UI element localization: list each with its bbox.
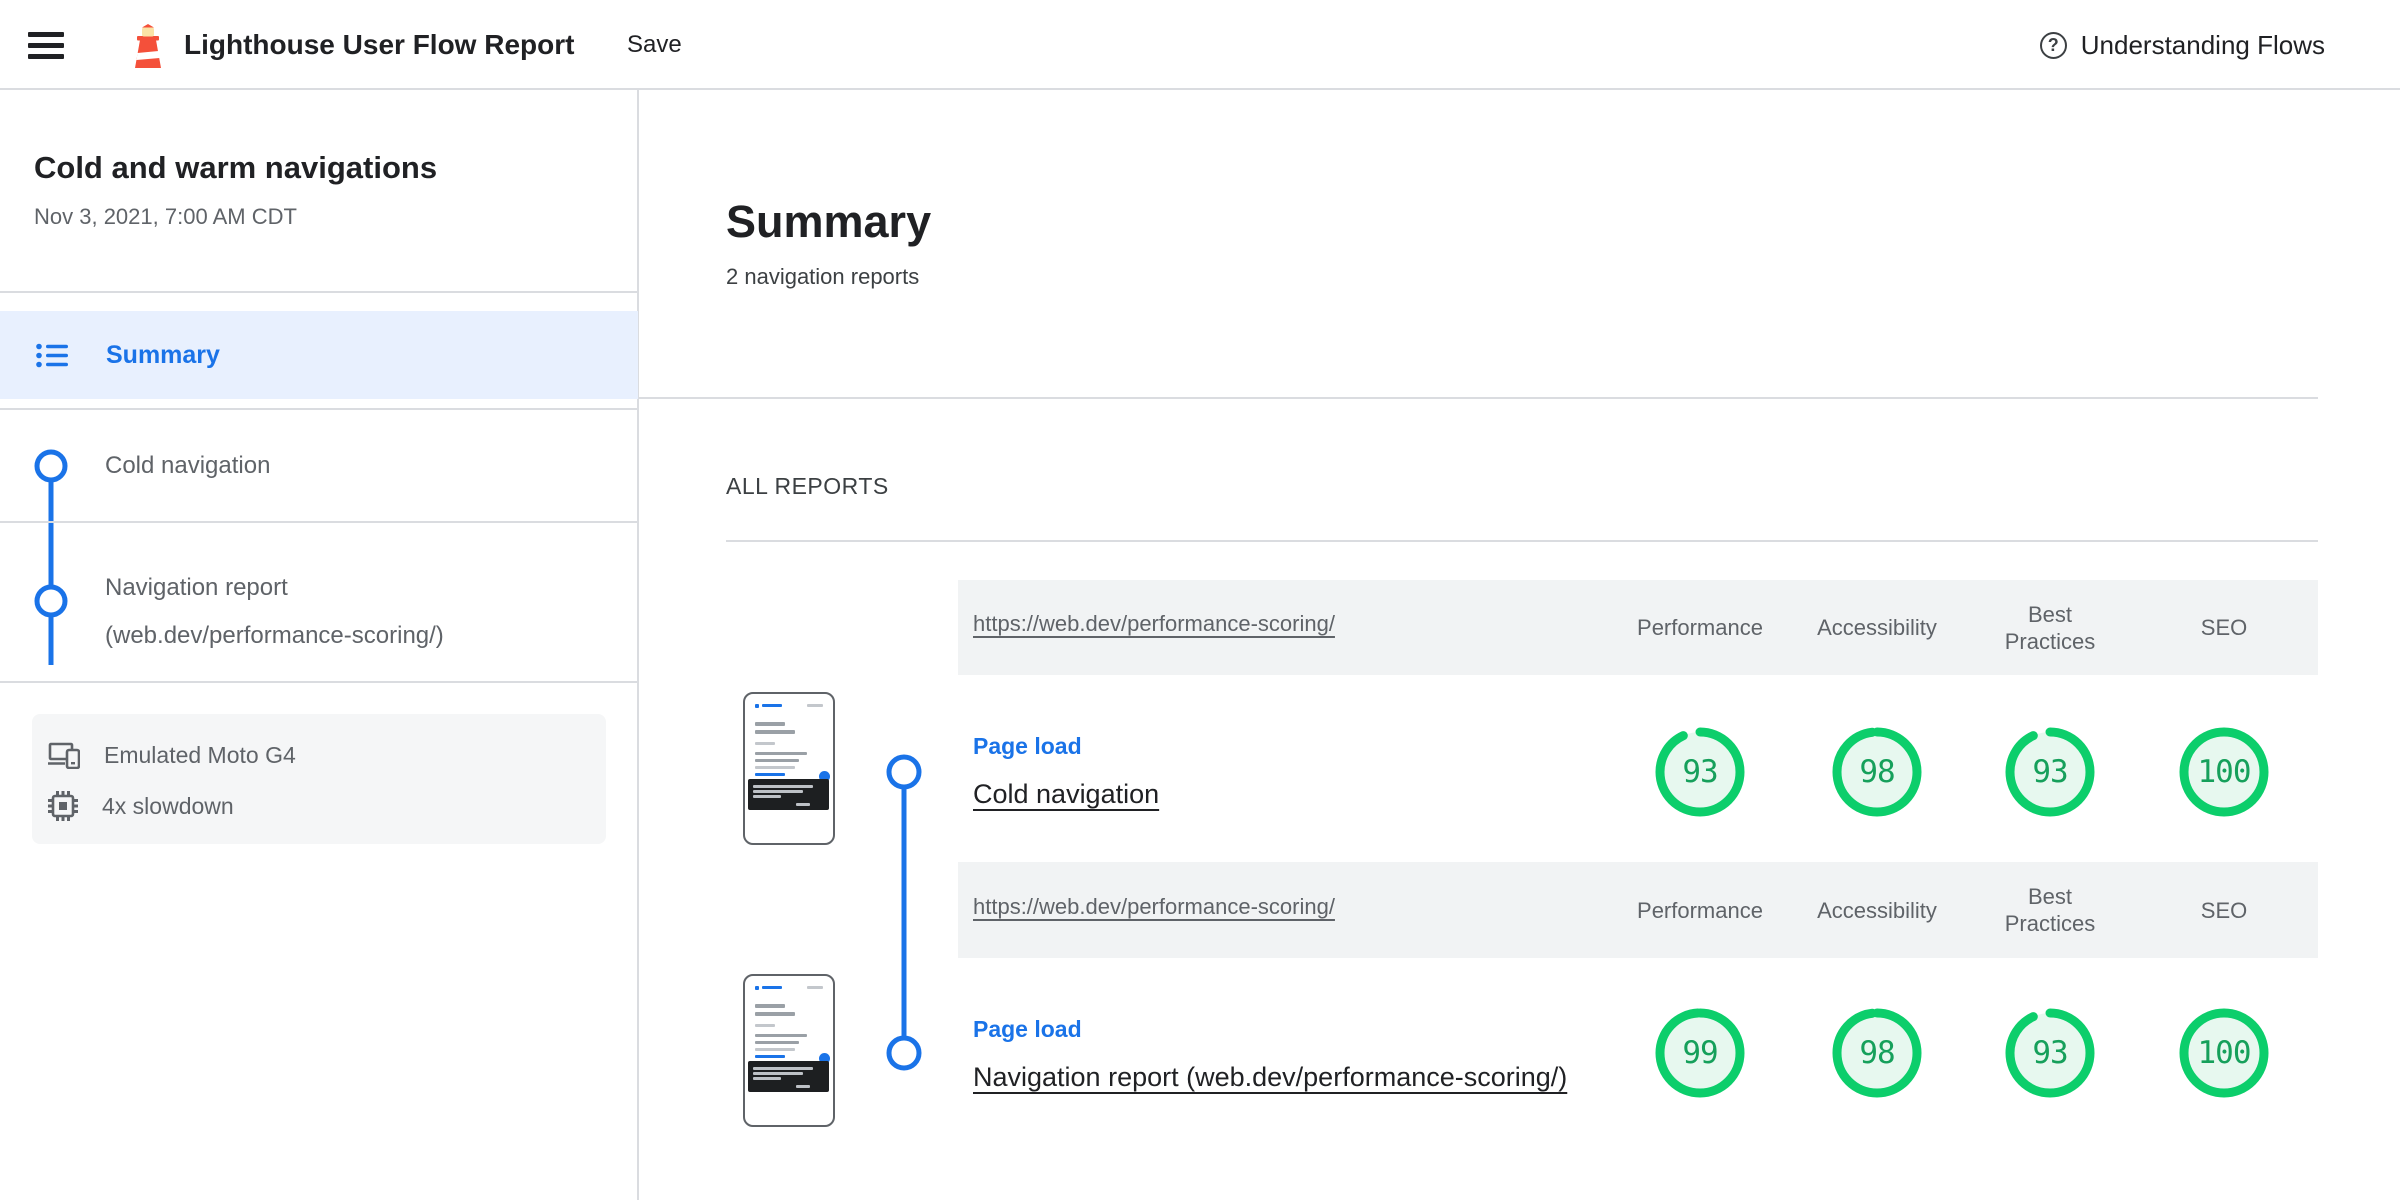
- column-performance: Performance: [1637, 615, 1763, 640]
- sidebar-divider: [0, 681, 638, 683]
- report-name-link[interactable]: Navigation report (web.dev/performance-s…: [973, 1062, 1567, 1093]
- list-icon: [36, 343, 68, 367]
- report-count: 2 navigation reports: [726, 264, 920, 289]
- timeline-circle-icon: [886, 754, 922, 790]
- page-title: Summary: [726, 196, 932, 247]
- flow-name: Cold and warm navigations: [34, 150, 438, 185]
- device-row: Emulated Moto G4: [48, 742, 296, 769]
- main-divider: [639, 397, 2318, 399]
- report-header-row: https://web.dev/performance-scoring/ Per…: [958, 580, 2318, 675]
- sidebar-timeline: [34, 449, 68, 665]
- report-url-link[interactable]: https://web.dev/performance-scoring/: [973, 894, 1335, 920]
- device-info-box: Emulated Moto G4 4x slowdown: [32, 714, 606, 844]
- score-value: 93: [2032, 754, 2068, 790]
- sidebar-divider: [0, 521, 638, 523]
- sidebar-item-label: Summary: [106, 340, 220, 369]
- device-name: Emulated Moto G4: [104, 742, 296, 768]
- app-title: Lighthouse User Flow Report: [184, 29, 575, 60]
- report-thumbnail: [743, 974, 835, 1127]
- report-url-link[interactable]: https://web.dev/performance-scoring/: [973, 611, 1335, 637]
- sidebar-border: [637, 90, 639, 1200]
- sidebar-item-navigation-report[interactable]: Navigation report (web.dev/performance-s…: [105, 564, 444, 660]
- score-value: 98: [1859, 754, 1895, 790]
- score-gauge-accessibility: 98: [1832, 1008, 1922, 1098]
- thumbnail-cookie-banner: [748, 1061, 829, 1092]
- lighthouse-flow-report-page: Lighthouse User Flow Report Save ? Under…: [0, 0, 2400, 1200]
- column-performance: Performance: [1637, 897, 1763, 923]
- report-header-row: https://web.dev/performance-scoring/ Per…: [958, 862, 2318, 958]
- score-value: 93: [1682, 754, 1718, 790]
- devices-icon: [48, 742, 80, 769]
- step-type-label: Page load: [973, 733, 1082, 759]
- throttling-value: 4x slowdown: [102, 792, 234, 819]
- score-gauge-performance: 99: [1655, 1008, 1745, 1098]
- report-timeline: [886, 754, 922, 1071]
- help-label: Understanding Flows: [2080, 29, 2325, 60]
- sidebar-item-cold-navigation[interactable]: Cold navigation: [105, 452, 270, 480]
- section-divider: [726, 540, 2318, 542]
- score-gauge-seo: 100: [2179, 727, 2269, 817]
- timeline-circle-icon: [886, 1035, 922, 1071]
- column-seo: SEO: [2200, 615, 2248, 640]
- timeline-circle-icon: [34, 449, 68, 483]
- column-best-practices: Best Practices: [2004, 884, 2096, 936]
- report-name-link[interactable]: Cold navigation: [973, 779, 1159, 810]
- score-value: 100: [2197, 1035, 2252, 1071]
- flow-timestamp: Nov 3, 2021, 7:00 AM CDT: [34, 204, 297, 229]
- score-value: 93: [2032, 1035, 2068, 1071]
- column-accessibility: Accessibility: [1817, 615, 1937, 640]
- column-best-practices: Best Practices: [2004, 601, 2096, 654]
- lighthouse-logo-icon: [135, 24, 161, 68]
- memory-chip-icon: [48, 791, 78, 821]
- save-button[interactable]: Save: [627, 0, 682, 90]
- score-gauge-accessibility: 98: [1832, 727, 1922, 817]
- timeline-circle-icon: [34, 584, 68, 618]
- column-accessibility: Accessibility: [1817, 897, 1937, 923]
- question-circle-icon: ?: [2039, 31, 2067, 59]
- sidebar-divider: [0, 408, 638, 410]
- report-thumbnail: [743, 692, 835, 845]
- sidebar-divider: [0, 291, 638, 293]
- throttling-row: 4x slowdown: [48, 791, 234, 821]
- score-gauge-best-practices: 93: [2005, 727, 2095, 817]
- score-value: 99: [1682, 1035, 1718, 1071]
- column-seo: SEO: [2200, 897, 2248, 923]
- score-value: 100: [2197, 754, 2252, 790]
- top-bar: Lighthouse User Flow Report Save ? Under…: [0, 0, 2400, 90]
- score-gauge-seo: 100: [2179, 1008, 2269, 1098]
- score-gauge-performance: 93: [1655, 727, 1745, 817]
- all-reports-label: ALL REPORTS: [726, 473, 889, 499]
- understanding-flows-link[interactable]: ? Understanding Flows: [2039, 0, 2325, 90]
- score-gauge-best-practices: 93: [2005, 1008, 2095, 1098]
- thumbnail-cookie-banner: [748, 779, 829, 810]
- sidebar-item-summary[interactable]: Summary: [0, 311, 638, 399]
- menu-icon[interactable]: [28, 32, 64, 59]
- score-value: 98: [1859, 1035, 1895, 1071]
- step-type-label: Page load: [973, 1016, 1082, 1042]
